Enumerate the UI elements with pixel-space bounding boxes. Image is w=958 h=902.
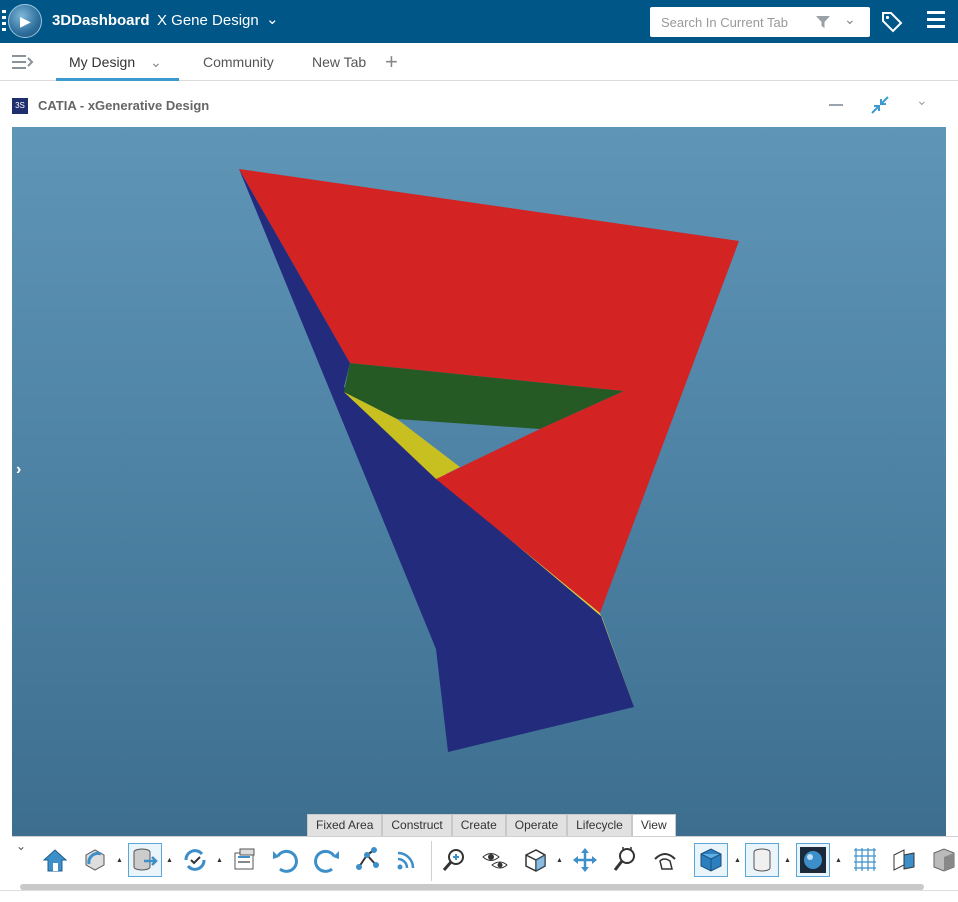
brand-title: 3DDashboard bbox=[52, 12, 150, 29]
3d-viewport[interactable]: › bbox=[12, 127, 946, 837]
update-cycle-icon[interactable] bbox=[178, 843, 212, 877]
dropdown-arrow-icon[interactable]: ▲ bbox=[166, 857, 173, 864]
command-tab-create[interactable]: Create bbox=[451, 814, 506, 836]
chevron-right-icon[interactable]: › bbox=[16, 461, 21, 479]
dropdown-arrow-icon[interactable]: ▲ bbox=[216, 857, 223, 864]
chevron-down-icon[interactable]: ⌄ bbox=[150, 43, 162, 81]
rotate-hand-icon[interactable] bbox=[648, 843, 682, 877]
command-tab-construct[interactable]: Construct bbox=[382, 814, 452, 836]
zoom-icon[interactable] bbox=[608, 843, 642, 877]
minimize-icon[interactable] bbox=[829, 104, 843, 106]
command-tab-lifecycle[interactable]: Lifecycle bbox=[567, 814, 632, 836]
add-tab-icon[interactable]: + bbox=[385, 49, 398, 75]
widget-title: CATIA - xGenerative Design bbox=[38, 98, 210, 113]
chevron-down-icon[interactable]: ⌄ bbox=[844, 11, 856, 28]
filter-icon[interactable] bbox=[814, 13, 832, 31]
rotate-view-icon[interactable] bbox=[78, 843, 112, 877]
properties-icon[interactable] bbox=[228, 843, 262, 877]
generative-model-shape[interactable] bbox=[12, 127, 946, 837]
shading-icon[interactable] bbox=[926, 843, 958, 877]
feed-icon[interactable] bbox=[390, 843, 424, 877]
grid-icon[interactable] bbox=[848, 843, 882, 877]
command-tab-operate[interactable]: Operate bbox=[505, 814, 568, 836]
hide-show-icon[interactable] bbox=[478, 843, 512, 877]
widget-header: 3S CATIA - xGenerative Design ⌄ bbox=[0, 82, 958, 127]
tab-label: My Design bbox=[69, 54, 136, 70]
chevron-down-icon[interactable]: ⌄ bbox=[16, 839, 26, 853]
tab-bar: My Design ⌄ Community New Tab + bbox=[0, 43, 958, 81]
dropdown-arrow-icon[interactable]: ▲ bbox=[784, 857, 791, 864]
action-toolbar: ⌄ ▲ ▲ ▲ ▲ ▲ ▲ ▲ bbox=[12, 836, 958, 884]
drag-grip-icon[interactable] bbox=[2, 10, 7, 32]
chevron-down-icon[interactable]: ⌄ bbox=[266, 10, 279, 28]
undo-icon[interactable] bbox=[268, 843, 302, 877]
dropdown-arrow-icon[interactable]: ▲ bbox=[116, 857, 123, 864]
side-panel-toggle-icon[interactable] bbox=[12, 54, 34, 70]
dropdown-arrow-icon[interactable]: ▲ bbox=[734, 857, 741, 864]
section-view-icon[interactable] bbox=[888, 843, 922, 877]
top-bar: ▶ 3DDashboard X Gene Design ⌄ ⌄ bbox=[0, 0, 958, 43]
cylinder-icon[interactable] bbox=[745, 843, 779, 877]
hamburger-menu-icon[interactable] bbox=[927, 11, 945, 31]
dropdown-arrow-icon[interactable]: ▲ bbox=[835, 857, 842, 864]
tab-community[interactable]: Community bbox=[203, 43, 274, 81]
database-export-icon[interactable] bbox=[128, 843, 162, 877]
collapse-arrows-icon[interactable] bbox=[870, 95, 890, 115]
tab-my-design[interactable]: My Design ⌄ bbox=[56, 43, 179, 81]
sphere-render-icon[interactable] bbox=[796, 843, 830, 877]
zoom-fit-icon[interactable] bbox=[437, 843, 471, 877]
tab-new-tab[interactable]: New Tab bbox=[312, 43, 366, 81]
redo-icon[interactable] bbox=[310, 843, 344, 877]
toolbar-separator bbox=[431, 841, 432, 881]
cube-outline-icon[interactable] bbox=[518, 843, 552, 877]
search-box: ⌄ bbox=[650, 7, 870, 37]
view-cube-icon[interactable] bbox=[694, 843, 728, 877]
compass-logo-icon[interactable]: ▶ bbox=[8, 4, 42, 38]
home-icon[interactable] bbox=[38, 843, 72, 877]
command-tab-view[interactable]: View bbox=[631, 814, 676, 836]
dashboard-name[interactable]: X Gene Design bbox=[157, 12, 259, 29]
command-tab-fixed-area[interactable]: Fixed Area bbox=[307, 814, 383, 836]
graph-nodes-icon[interactable] bbox=[350, 843, 384, 877]
footer-strip bbox=[0, 890, 958, 902]
tag-icon[interactable] bbox=[880, 10, 904, 34]
command-tabs: Fixed Area Construct Create Operate Life… bbox=[307, 814, 676, 836]
chevron-down-icon[interactable]: ⌄ bbox=[916, 92, 928, 109]
pan-icon[interactable] bbox=[568, 843, 602, 877]
catia-app-icon: 3S bbox=[12, 98, 28, 114]
dropdown-arrow-icon[interactable]: ▲ bbox=[556, 857, 563, 864]
search-input[interactable] bbox=[650, 7, 810, 37]
